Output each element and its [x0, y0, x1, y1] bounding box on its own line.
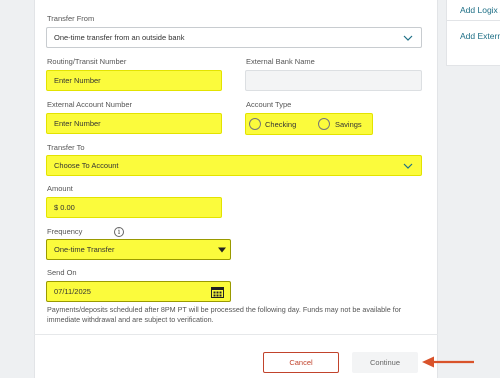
cancel-button[interactable]: Cancel	[263, 352, 339, 373]
side-divider	[447, 20, 500, 21]
savings-radio-label[interactable]: Savings	[335, 120, 362, 129]
frequency-value: One-time Transfer	[54, 245, 115, 254]
checking-radio[interactable]	[249, 118, 261, 130]
left-gutter	[0, 0, 34, 378]
side-panel: Add Logix Ac Add External	[446, 0, 500, 66]
checking-radio-label[interactable]: Checking	[265, 120, 296, 129]
amount-input[interactable]: $ 0.00	[46, 197, 222, 218]
transfer-to-value: Choose To Account	[54, 161, 119, 170]
amount-label: Amount	[47, 184, 73, 193]
external-bank-name-label: External Bank Name	[246, 57, 315, 66]
send-on-value: 07/11/2025	[54, 287, 91, 296]
transfer-from-label: Transfer From	[47, 14, 95, 23]
routing-number-input[interactable]: Enter Number	[46, 70, 222, 91]
account-type-radio-group: Checking Savings	[245, 113, 373, 135]
arrow-left-icon	[422, 356, 474, 368]
calendar-icon[interactable]	[211, 286, 224, 298]
transfer-from-value: One-time transfer from an outside bank	[54, 33, 185, 42]
add-logix-account-link[interactable]: Add Logix Ac	[460, 5, 500, 15]
send-on-label: Send On	[47, 268, 77, 277]
transfer-to-label: Transfer To	[47, 143, 85, 152]
transfer-to-select[interactable]: Choose To Account	[46, 155, 422, 176]
external-bank-name-field	[245, 70, 422, 91]
amount-value: $ 0.00	[54, 203, 75, 212]
send-on-date-input[interactable]: 07/11/2025	[46, 281, 231, 302]
account-type-label: Account Type	[246, 100, 292, 109]
add-external-account-link[interactable]: Add External	[460, 31, 500, 41]
frequency-label: Frequency	[47, 227, 83, 236]
savings-radio[interactable]	[318, 118, 330, 130]
routing-number-placeholder: Enter Number	[54, 76, 101, 85]
chevron-down-icon	[403, 35, 413, 41]
info-icon[interactable]: i	[114, 227, 124, 237]
routing-number-label: Routing/Transit Number	[47, 57, 127, 66]
processing-note: Payments/deposits scheduled after 8PM PT…	[47, 305, 402, 324]
form-divider	[34, 334, 438, 335]
continue-button[interactable]: Continue	[352, 352, 418, 373]
chevron-down-icon	[218, 247, 226, 252]
external-account-number-input[interactable]: Enter Number	[46, 113, 222, 134]
frequency-select[interactable]: One-time Transfer	[46, 239, 231, 260]
external-account-number-label: External Account Number	[47, 100, 133, 109]
chevron-down-icon	[403, 163, 413, 169]
external-account-number-placeholder: Enter Number	[54, 119, 101, 128]
transfer-from-select[interactable]: One-time transfer from an outside bank	[46, 27, 422, 48]
